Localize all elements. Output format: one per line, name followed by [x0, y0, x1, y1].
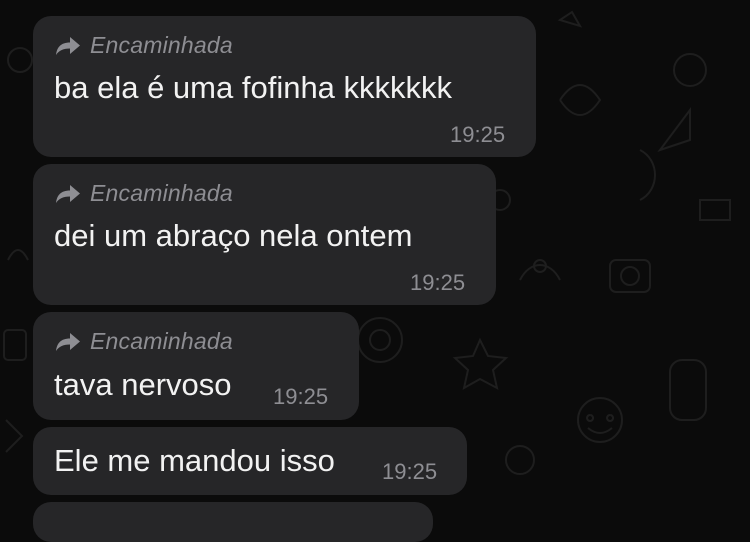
forwarded-label: Encaminhada: [90, 180, 233, 206]
message-text: Ele me mandou isso: [54, 443, 335, 478]
forwarded-label: Encaminhada: [90, 328, 233, 354]
forwarded-label: Encaminhada: [90, 32, 233, 58]
forwarded-indicator: Encaminhada: [55, 328, 233, 355]
forward-arrow-icon: [56, 184, 80, 203]
message-bubble[interactable]: Encaminhada tava nervoso 19:25: [33, 312, 359, 420]
message-time: 19:25: [450, 122, 506, 147]
message-text: tava nervoso: [54, 367, 232, 402]
message-time: 19:25: [410, 270, 466, 295]
forward-arrow-icon: [56, 332, 80, 351]
message-bubble[interactable]: Ele me mandou isso 19:25: [33, 427, 467, 495]
message-text: ba ela é uma fofinha kkkkkkk: [54, 70, 453, 105]
chat-thread: Encaminhada ba ela é uma fofinha kkkkkkk…: [0, 0, 750, 542]
message-time: 19:25: [273, 384, 329, 409]
forwarded-indicator: Encaminhada: [55, 32, 233, 59]
message-bubble-partial[interactable]: [33, 502, 433, 542]
forwarded-indicator: Encaminhada: [55, 180, 233, 207]
message-time: 19:25: [382, 459, 438, 484]
forward-arrow-icon: [56, 36, 80, 55]
message-bubble[interactable]: Encaminhada ba ela é uma fofinha kkkkkkk…: [33, 16, 536, 157]
message-text: dei um abraço nela ontem: [54, 218, 413, 253]
message-bubble[interactable]: Encaminhada dei um abraço nela ontem 19:…: [33, 164, 496, 305]
